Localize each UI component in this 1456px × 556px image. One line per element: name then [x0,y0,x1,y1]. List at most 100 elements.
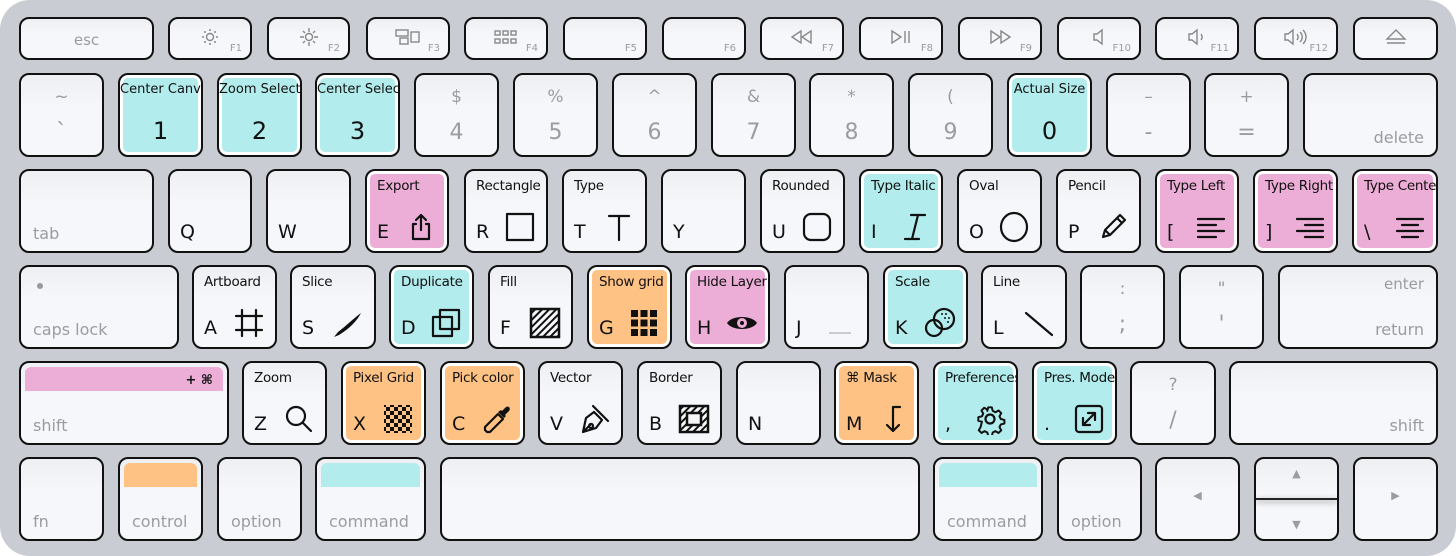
key-oval[interactable]: Oval O [957,169,1042,253]
key-type-center[interactable]: Type Center \ [1352,169,1438,253]
key-f3[interactable]: F3 [366,17,450,60]
key-mask[interactable]: ⌘ Mask M [834,361,919,445]
key-export[interactable]: Export E [365,169,449,253]
key-shift[interactable]: + ⌘ shift [19,361,229,445]
key-center-selection[interactable]: Center Selection 3 [315,73,400,157]
key-f12[interactable]: F12 [1254,17,1338,60]
key-blank[interactable]: ? / [1130,361,1216,445]
key-command[interactable]: command [933,457,1043,541]
key-y[interactable]: Y [661,169,746,253]
key-center-canvas[interactable]: Center Canvas 1 [118,73,203,157]
key-pixel-grid[interactable]: Pixel Grid X [341,361,426,445]
key-w[interactable]: W [266,169,351,253]
key-char: X [353,413,367,435]
key-eject-icon[interactable] [1353,17,1438,60]
key-show-grid[interactable]: Show grid G [587,265,672,349]
key-artboard[interactable]: Artboard A [192,265,277,349]
key-fn[interactable]: fn [19,457,104,541]
shortcut-label: Zoom [254,370,292,386]
key-blank[interactable]: " ' [1179,265,1264,349]
key-preferences[interactable]: Preferences, [933,361,1018,445]
key-rectangle[interactable]: Rectangle R [464,169,548,253]
key-pick-color[interactable]: Pick color C [440,361,525,445]
key-label: option [231,512,282,531]
key-char: ] [1265,221,1273,243]
key-f11[interactable]: F11 [1155,17,1239,60]
key-f7[interactable]: F7 [760,17,844,60]
key-char: U [772,221,786,243]
key-esc[interactable]: esc [19,17,154,60]
key-f5[interactable]: F5 [563,17,647,60]
key-f6[interactable]: F6 [662,17,746,60]
key-label: F12 [1309,43,1328,54]
key-f10[interactable]: F10 [1057,17,1141,60]
shortcut-label: Hide Layer [697,274,767,290]
key-6[interactable]: ^ 6 [612,73,697,157]
key-f2[interactable]: F2 [267,17,350,60]
key-label: F8 [920,43,933,54]
key-tab[interactable]: tab [19,169,154,253]
key-blank[interactable]: ◀ [1155,457,1240,541]
key-duplicate[interactable]: Duplicate D [389,265,474,349]
key-hide-layer[interactable]: Hide Layer H [685,265,770,349]
key-fill[interactable]: Fill F [488,265,573,349]
mute-icon [1085,27,1113,47]
key-j[interactable]: J [784,265,869,349]
key-line[interactable]: Line L [981,265,1067,349]
key-zoom-selection[interactable]: Zoom Selection 2 [217,73,302,157]
key-delete[interactable]: delete [1303,73,1438,157]
key-blank[interactable]: – - [1106,73,1191,157]
shortcut-label: Type Italic [871,178,936,194]
key-command[interactable]: command [315,457,426,541]
key-shift[interactable]: shift [1229,361,1438,445]
key-n[interactable]: N [736,361,821,445]
key-slice[interactable]: Slice S [290,265,376,349]
key-label: delete [1373,128,1424,147]
key-return[interactable]: enter return [1278,265,1438,349]
key-rounded[interactable]: Rounded U [760,169,845,253]
export-icon [405,211,437,243]
pen-tool-icon [579,403,611,435]
key-type-right[interactable]: Type Right] [1253,169,1338,253]
key-blank[interactable]: ▶ [1353,457,1438,541]
key-blank[interactable]: ~ ` [19,73,104,157]
key-actual-size[interactable]: Actual Size 0 [1007,73,1092,157]
key-caps-lock[interactable]: caps lock [19,265,179,349]
play-pause-icon [887,27,915,47]
key-4[interactable]: $4 [414,73,499,157]
key-char: R [476,221,490,243]
key-8[interactable]: * 8 [809,73,894,157]
key-vector[interactable]: Vector V [538,361,623,445]
key-char: 4 [449,120,464,145]
key-f9[interactable]: F9 [958,17,1042,60]
key-type[interactable]: Type T [562,169,647,253]
key-type-left[interactable]: Type Left [ [1155,169,1239,253]
key-blank[interactable]: ▲ ▼ [1254,457,1339,541]
key-control[interactable]: control [118,457,203,541]
key-pencil[interactable]: Pencil P [1056,169,1141,253]
modifier-combo-label: + ⌘ [185,373,213,388]
key-q[interactable]: Q [168,169,252,253]
key-space[interactable] [440,457,920,541]
key-f8[interactable]: F8 [859,17,943,60]
shortcut-label: Slice [302,274,333,290]
italic-icon [899,211,931,243]
key-zoom[interactable]: Zoom Z [242,361,327,445]
key-label: F7 [821,43,834,54]
key-7[interactable]: & 7 [711,73,796,157]
key-pres-mode[interactable]: Pres. Mode. [1032,361,1117,445]
key-f1[interactable]: F1 [168,17,252,60]
key-blank[interactable]: + = [1204,73,1289,157]
shortcut-label: Type Left [1167,178,1225,194]
key-label: control [132,512,188,531]
key-f4[interactable]: F4 [464,17,548,60]
key-scale[interactable]: Scale K [883,265,968,349]
key-type-italic[interactable]: Type Italic I [859,169,943,253]
key-option[interactable]: option [1057,457,1142,541]
key-border[interactable]: Border B [637,361,722,445]
key-9[interactable]: (9 [908,73,993,157]
key-5[interactable]: % 5 [513,73,598,157]
line-icon [1023,307,1055,339]
key-option[interactable]: option [217,457,302,541]
key-blank[interactable]: :; [1080,265,1165,349]
